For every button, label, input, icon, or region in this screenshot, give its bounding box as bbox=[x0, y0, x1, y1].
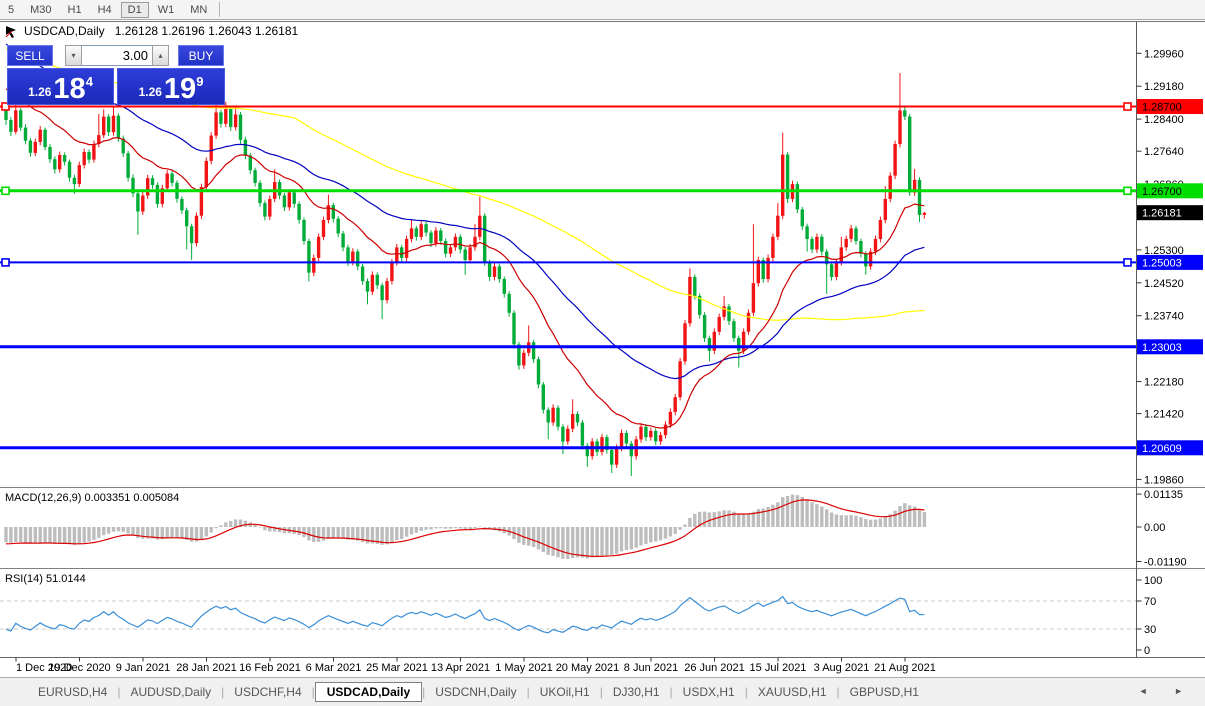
triangle-up-icon: ▴ bbox=[158, 51, 162, 60]
svg-text:1.21420: 1.21420 bbox=[1144, 409, 1184, 421]
svg-text:0.00: 0.00 bbox=[1144, 522, 1165, 534]
svg-text:0.01135: 0.01135 bbox=[1144, 489, 1183, 501]
sell-price-big: 18 bbox=[53, 78, 85, 102]
svg-text:1.25003: 1.25003 bbox=[1142, 257, 1182, 269]
timeframe-button-mn[interactable]: MN bbox=[183, 2, 214, 18]
sell-price-base: 1.26 bbox=[28, 85, 51, 99]
rsi-label: RSI(14) 51.0144 bbox=[5, 573, 86, 585]
volume-input[interactable] bbox=[82, 45, 152, 66]
svg-text:16 Feb 2021: 16 Feb 2021 bbox=[239, 662, 301, 674]
svg-text:6 Mar 2021: 6 Mar 2021 bbox=[306, 662, 362, 674]
chart-icon bbox=[5, 25, 20, 38]
volume-increase-button[interactable]: ▴ bbox=[152, 45, 169, 66]
timeframe-button-h4[interactable]: H4 bbox=[91, 2, 119, 18]
svg-text:28 Jan 2021: 28 Jan 2021 bbox=[176, 662, 237, 674]
timeframe-button-5[interactable]: 5 bbox=[1, 2, 21, 18]
svg-text:13 Apr 2021: 13 Apr 2021 bbox=[431, 662, 490, 674]
svg-text:1.28700: 1.28700 bbox=[1142, 102, 1182, 114]
timeframe-button-d1[interactable]: D1 bbox=[121, 2, 149, 18]
chart-title-bar: USDCAD,Daily 1.26128 1.26196 1.26043 1.2… bbox=[5, 24, 298, 38]
tab-usdchf-h4[interactable]: USDCHF,H4 bbox=[224, 683, 311, 701]
svg-text:1.26700: 1.26700 bbox=[1142, 186, 1182, 198]
svg-text:26 Jun 2021: 26 Jun 2021 bbox=[684, 662, 745, 674]
tab-scroll-arrows[interactable]: ◄ ► bbox=[1139, 686, 1195, 696]
svg-text:100: 100 bbox=[1144, 575, 1162, 587]
volume-decrease-button[interactable]: ▾ bbox=[65, 45, 82, 66]
timeframe-button-m30[interactable]: M30 bbox=[23, 2, 58, 18]
buy-price-sup: 9 bbox=[196, 74, 203, 89]
svg-text:0: 0 bbox=[1144, 645, 1150, 657]
svg-text:15 Jul 2021: 15 Jul 2021 bbox=[750, 662, 807, 674]
svg-text:20 May 2021: 20 May 2021 bbox=[556, 662, 620, 674]
tab-ukoil-h1[interactable]: UKOil,H1 bbox=[530, 683, 600, 701]
svg-text:1.26181: 1.26181 bbox=[1142, 208, 1182, 220]
buy-price-big: 19 bbox=[164, 78, 196, 102]
svg-text:8 Jun 2021: 8 Jun 2021 bbox=[624, 662, 678, 674]
tab-xauusd-h1[interactable]: XAUUSD,H1 bbox=[748, 683, 837, 701]
svg-text:1.19860: 1.19860 bbox=[1144, 474, 1184, 486]
toolbar-separator bbox=[219, 2, 220, 17]
sell-price-display[interactable]: 1.26 18 4 bbox=[7, 68, 114, 105]
chart-symbol-label: USDCAD,Daily bbox=[24, 24, 105, 38]
tab-dj30-h1[interactable]: DJ30,H1 bbox=[603, 683, 670, 701]
svg-text:1.20609: 1.20609 bbox=[1142, 443, 1182, 455]
svg-text:25 Mar 2021: 25 Mar 2021 bbox=[366, 662, 428, 674]
tab-usdcnh-daily[interactable]: USDCNH,Daily bbox=[425, 683, 526, 701]
svg-text:1 May 2021: 1 May 2021 bbox=[495, 662, 552, 674]
tab-usdcad-daily[interactable]: USDCAD,Daily bbox=[315, 682, 422, 702]
mt4-terminal: { "toolbar":{"timeframes":["5","M30","H1… bbox=[0, 0, 1205, 706]
svg-text:30: 30 bbox=[1144, 624, 1156, 636]
svg-text:21 Aug 2021: 21 Aug 2021 bbox=[874, 662, 936, 674]
buy-price-base: 1.26 bbox=[139, 85, 162, 99]
svg-text:1.22180: 1.22180 bbox=[1144, 377, 1184, 389]
sell-price-sup: 4 bbox=[86, 74, 93, 89]
svg-text:1.27640: 1.27640 bbox=[1144, 146, 1184, 158]
timeframe-button-h1[interactable]: H1 bbox=[61, 2, 89, 18]
svg-text:1.24520: 1.24520 bbox=[1144, 278, 1184, 290]
buy-button[interactable]: BUY bbox=[178, 45, 224, 66]
timeframe-toolbar: 5M30H1H4D1W1MN bbox=[0, 0, 1205, 20]
svg-text:-0.01190: -0.01190 bbox=[1144, 557, 1187, 569]
tab-audusd-daily[interactable]: AUDUSD,Daily bbox=[120, 683, 221, 701]
chart-ohlc-values: 1.26128 1.26196 1.26043 1.26181 bbox=[115, 24, 299, 38]
svg-text:1.28400: 1.28400 bbox=[1144, 114, 1184, 126]
chart-tab-bar: EURUSD,H4|AUDUSD,Daily|USDCHF,H4|USDCAD,… bbox=[0, 677, 1205, 706]
one-click-trading-panel: SELL ▾ ▴ BUY 1.26 18 4 1.26 19 9 bbox=[7, 45, 226, 105]
svg-text:9 Jan 2021: 9 Jan 2021 bbox=[116, 662, 170, 674]
svg-text:19 Dec 2020: 19 Dec 2020 bbox=[48, 662, 110, 674]
tab-usdx-h1[interactable]: USDX,H1 bbox=[673, 683, 745, 701]
svg-text:3 Aug 2021: 3 Aug 2021 bbox=[814, 662, 870, 674]
svg-text:1.23740: 1.23740 bbox=[1144, 311, 1184, 323]
svg-text:1.29180: 1.29180 bbox=[1144, 81, 1184, 93]
svg-text:1.23003: 1.23003 bbox=[1142, 342, 1182, 354]
volume-spinner: ▾ ▴ bbox=[65, 45, 169, 66]
timeframe-button-w1[interactable]: W1 bbox=[151, 2, 182, 18]
tab-gbpusd-h1[interactable]: GBPUSD,H1 bbox=[840, 683, 929, 701]
svg-text:1.29960: 1.29960 bbox=[1144, 48, 1184, 60]
sell-button[interactable]: SELL bbox=[7, 45, 53, 66]
macd-label: MACD(12,26,9) 0.003351 0.005084 bbox=[5, 492, 179, 504]
chart-area[interactable]: 1.299601.291801.284001.276401.268601.253… bbox=[0, 0, 1205, 706]
svg-text:70: 70 bbox=[1144, 596, 1156, 608]
buy-price-display[interactable]: 1.26 19 9 bbox=[117, 68, 225, 105]
tab-eurusd-h4[interactable]: EURUSD,H4 bbox=[28, 683, 117, 701]
triangle-down-icon: ▾ bbox=[71, 51, 75, 60]
